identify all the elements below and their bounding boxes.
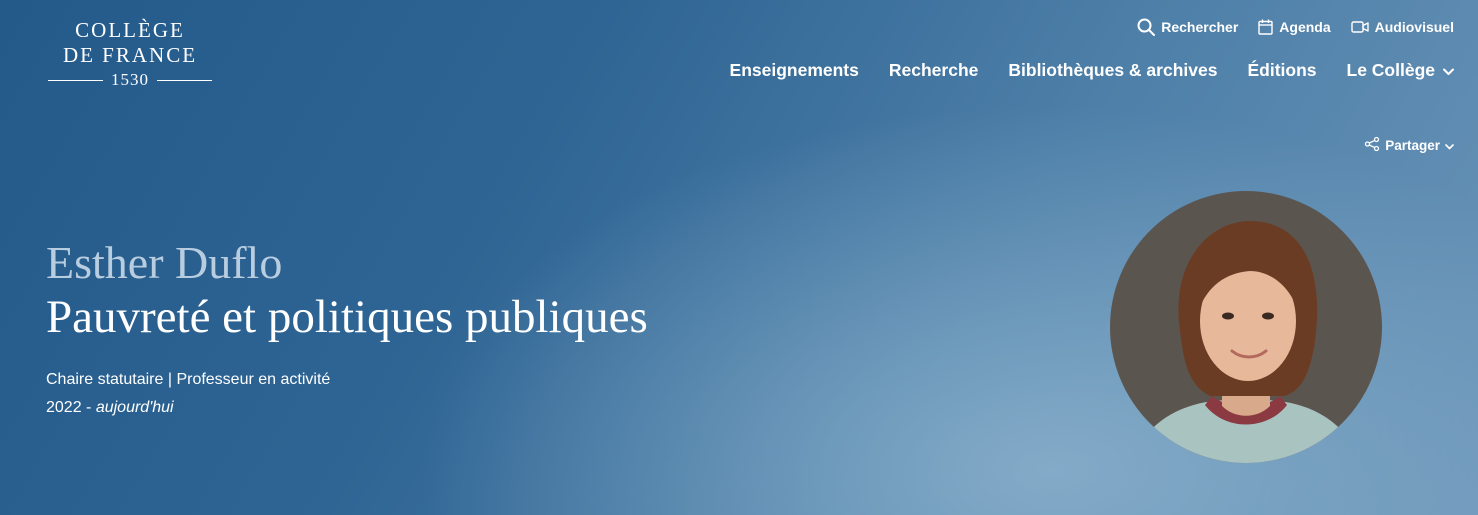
- chair-period: 2022 - aujourd'hui: [46, 394, 330, 422]
- utility-nav: Rechercher Agenda Audiovisuel: [1137, 18, 1454, 36]
- nav-le-college-label: Le Collège: [1346, 60, 1436, 80]
- chevron-down-icon: [1443, 60, 1454, 81]
- logo-rule-left: [48, 79, 103, 81]
- chair-title: Pauvreté et politiques publiques: [46, 291, 648, 343]
- main-nav: Enseignements Recherche Bibliothèques & …: [730, 60, 1454, 81]
- nav-le-college[interactable]: Le Collège: [1346, 60, 1454, 81]
- chair-status: Chaire statutaire | Professeur en activi…: [46, 371, 331, 388]
- utility-agenda-link[interactable]: Agenda: [1258, 19, 1331, 35]
- utility-search-label: Rechercher: [1161, 19, 1239, 35]
- utility-audiovisuel-link[interactable]: Audiovisuel: [1350, 19, 1454, 35]
- video-camera-icon: [1350, 20, 1369, 34]
- chair-meta: Chaire statutaire | Professeur en activi…: [46, 366, 330, 422]
- period-end: aujourd'hui: [95, 399, 174, 416]
- calendar-icon: [1258, 19, 1273, 35]
- nav-enseignements[interactable]: Enseignements: [730, 60, 859, 81]
- logo-year: 1530: [111, 70, 149, 89]
- nav-editions[interactable]: Éditions: [1247, 60, 1316, 81]
- utility-audiovisuel-label: Audiovisuel: [1374, 19, 1454, 35]
- logo-line-2: DE FRANCE: [62, 43, 198, 67]
- college-de-france-logo[interactable]: COLLÈGE DE FRANCE 1530: [48, 18, 212, 90]
- logo-rule-right: [157, 79, 212, 81]
- utility-search-link[interactable]: Rechercher: [1137, 18, 1238, 36]
- nav-bibliotheques-archives[interactable]: Bibliothèques & archives: [1008, 60, 1217, 81]
- professor-name: Esther Duflo: [46, 237, 283, 288]
- hero-banner: COLLÈGE DE FRANCE 1530 Rechercher Agenda…: [0, 0, 1478, 515]
- nav-recherche[interactable]: Recherche: [889, 60, 979, 81]
- professor-portrait: [1110, 191, 1382, 463]
- chevron-down-icon: [1445, 138, 1454, 153]
- share-label: Partager: [1385, 138, 1440, 153]
- search-icon: [1137, 18, 1156, 36]
- share-icon: [1364, 136, 1380, 155]
- logo-line-1: COLLÈGE: [75, 18, 185, 42]
- period-start: 2022 -: [46, 399, 96, 416]
- logo-year-row: 1530: [48, 70, 212, 90]
- share-button[interactable]: Partager: [1364, 136, 1454, 155]
- utility-agenda-label: Agenda: [1279, 19, 1331, 35]
